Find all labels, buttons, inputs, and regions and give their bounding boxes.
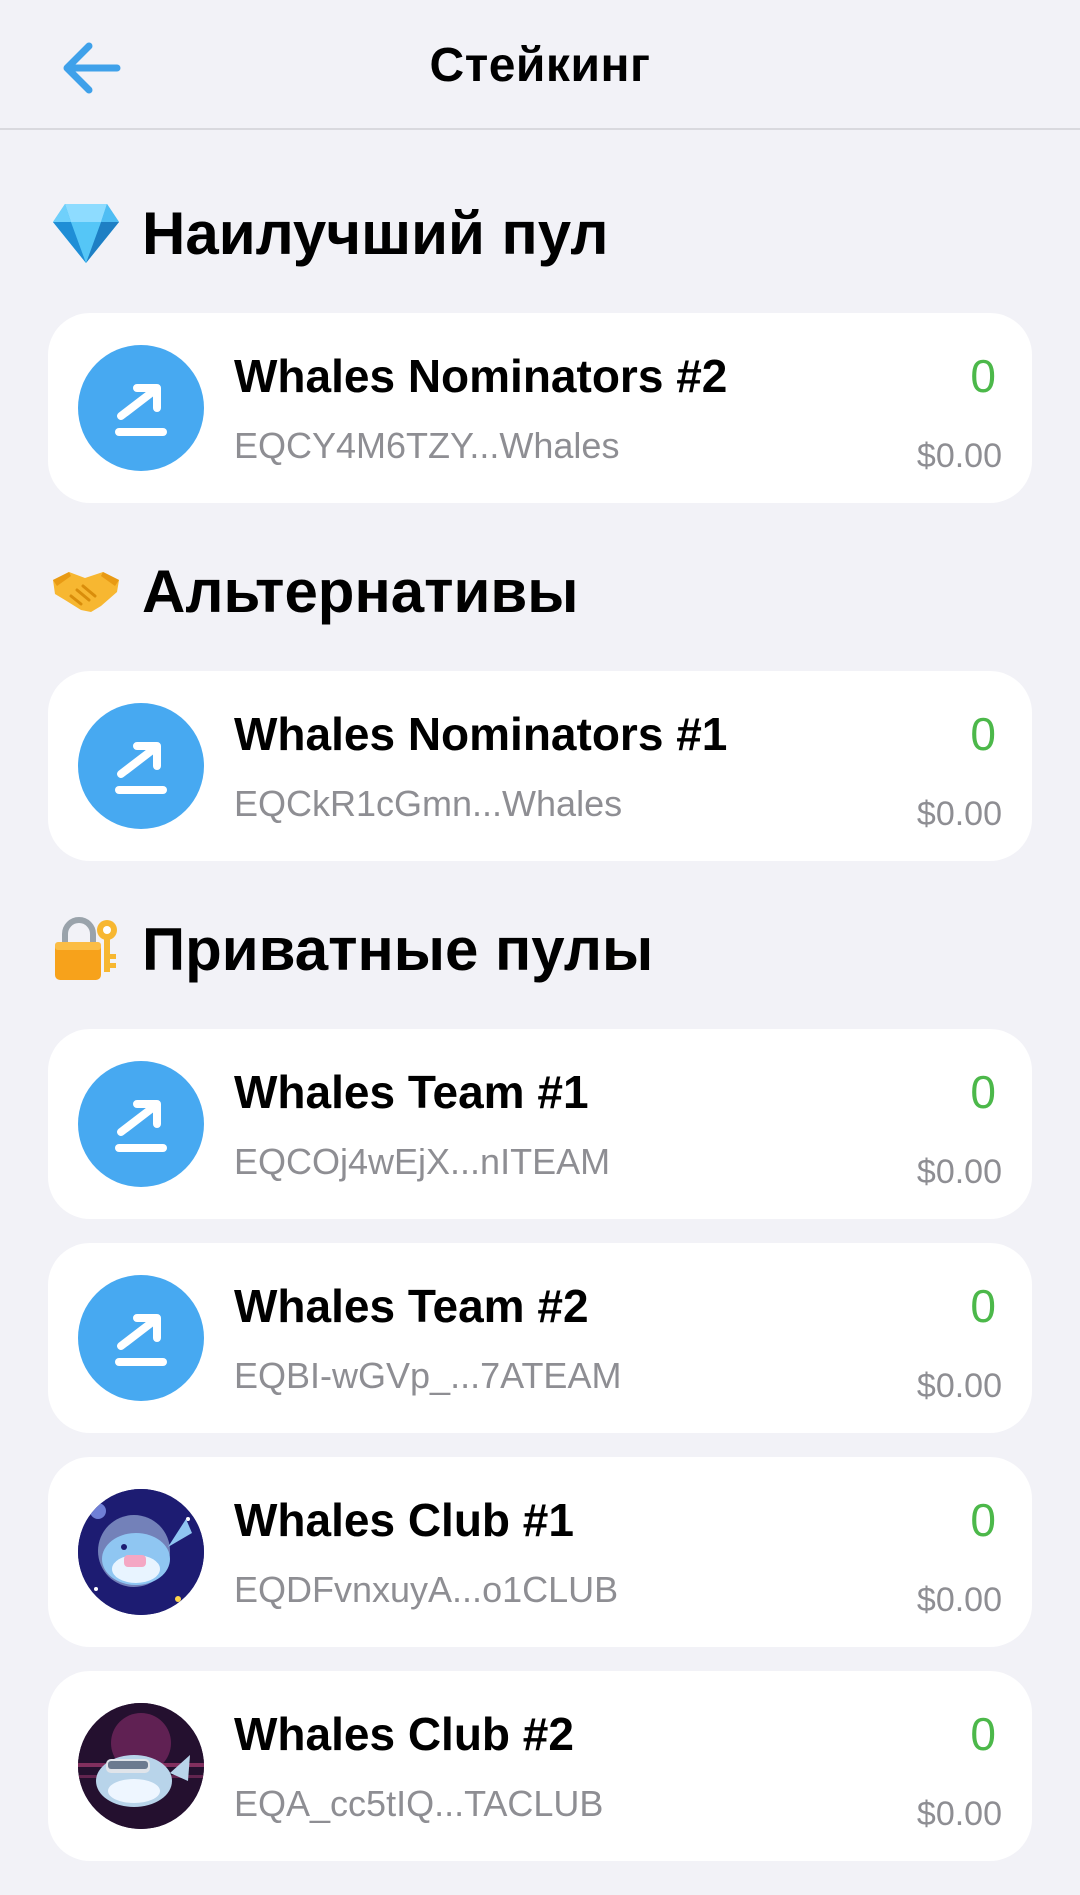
section-title-label: Альтернативы xyxy=(142,557,579,625)
staking-arrow-icon xyxy=(78,345,204,471)
section-title-label: Наилучший пул xyxy=(142,199,609,267)
pool-name: Whales Club #2 xyxy=(234,1708,574,1760)
section-title-label: Приватные пулы xyxy=(142,915,654,983)
pool-card-whales-nominators-2[interactable]: Whales Nominators #2 EQCY4M6TZY...Whales… xyxy=(48,313,1032,503)
top-bar: Стейкинг xyxy=(0,0,1080,130)
pool-card-whales-team-2[interactable]: Whales Team #2 EQBI-wGVp_...7ATEAM 0 $0.… xyxy=(48,1243,1032,1433)
pool-usd-value: $0.00 xyxy=(916,1581,1002,1619)
section-title-best-pool: Наилучший пул xyxy=(50,193,609,273)
pool-balance: 0 xyxy=(970,708,996,760)
section-title-private-pools: Приватные пулы xyxy=(50,909,653,989)
pool-usd-value: $0.00 xyxy=(916,1153,1002,1191)
astronaut-whale-image xyxy=(78,1489,204,1615)
staking-arrow-icon xyxy=(78,703,204,829)
pool-card-whales-nominators-1[interactable]: Whales Nominators #1 EQCkR1cGmn...Whales… xyxy=(48,671,1032,861)
pool-name: Whales Club #1 xyxy=(234,1494,574,1546)
section-title-alternatives: Альтернативы xyxy=(50,551,578,631)
pool-address: EQCOj4wEjX...nITEAM xyxy=(234,1141,611,1182)
lock-with-key-icon xyxy=(50,913,122,985)
pool-address: EQCY4M6TZY...Whales xyxy=(234,425,620,466)
pool-address: EQBI-wGVp_...7ATEAM xyxy=(234,1355,622,1396)
pool-card-whales-team-1[interactable]: Whales Team #1 EQCOj4wEjX...nITEAM 0 $0.… xyxy=(48,1029,1032,1219)
pool-balance: 0 xyxy=(970,1708,996,1760)
pool-balance: 0 xyxy=(970,1066,996,1118)
pool-balance: 0 xyxy=(970,350,996,402)
vr-whale-image xyxy=(78,1703,204,1829)
pool-name: Whales Team #2 xyxy=(234,1280,589,1332)
handshake-icon xyxy=(50,555,122,627)
pool-card-whales-club-1[interactable]: Whales Club #1 EQDFvnxuyA...o1CLUB 0 $0.… xyxy=(48,1457,1032,1647)
pool-name: Whales Nominators #1 xyxy=(234,708,728,760)
page-title: Стейкинг xyxy=(429,39,651,92)
pool-usd-value: $0.00 xyxy=(916,1367,1002,1405)
pool-name: Whales Nominators #2 xyxy=(234,350,728,402)
pool-balance: 0 xyxy=(970,1280,996,1332)
pool-usd-value: $0.00 xyxy=(916,795,1002,833)
gem-icon xyxy=(50,197,122,269)
pool-address: EQCkR1cGmn...Whales xyxy=(234,783,623,824)
pool-address: EQA_cc5tIQ...TACLUB xyxy=(234,1783,604,1824)
staking-arrow-icon xyxy=(78,1061,204,1187)
staking-arrow-icon xyxy=(78,1275,204,1401)
pool-address: EQDFvnxuyA...o1CLUB xyxy=(234,1569,619,1610)
pool-name: Whales Team #1 xyxy=(234,1066,589,1118)
pool-usd-value: $0.00 xyxy=(916,1795,1002,1833)
pool-card-whales-club-2[interactable]: Whales Club #2 EQA_cc5tIQ...TACLUB 0 $0.… xyxy=(48,1671,1032,1861)
pool-usd-value: $0.00 xyxy=(916,437,1002,475)
pool-balance: 0 xyxy=(970,1494,996,1546)
